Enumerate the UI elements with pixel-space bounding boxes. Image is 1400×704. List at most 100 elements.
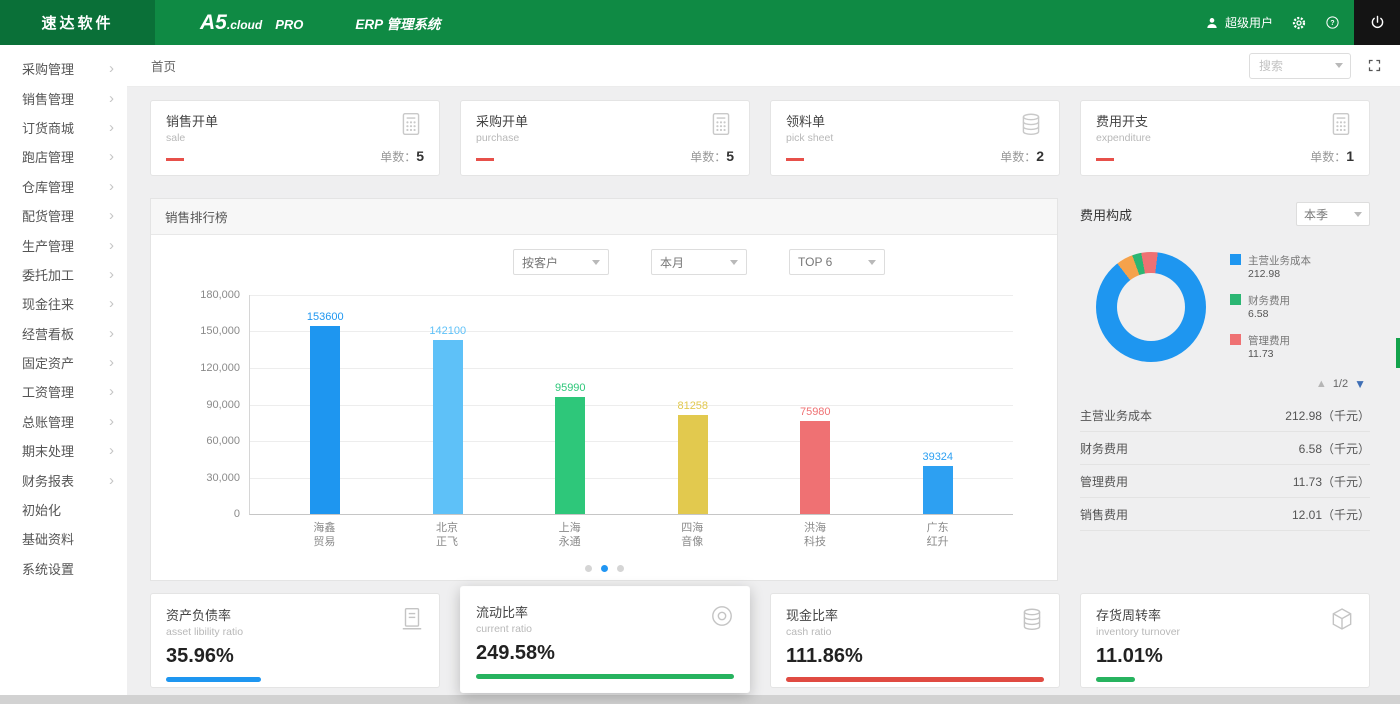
- expense-row-value: 212.98（千元）: [1285, 407, 1370, 424]
- bar-column[interactable]: 81258: [661, 295, 725, 514]
- app-logo[interactable]: 速达软件: [0, 0, 155, 45]
- period-select[interactable]: 本季: [1296, 202, 1370, 226]
- sidebar-item-label: 跑店管理: [22, 147, 74, 166]
- stat-card[interactable]: 销售开单sale单数：5: [150, 100, 440, 176]
- chart-filter-select[interactable]: 按客户: [513, 249, 609, 275]
- sidebar-item[interactable]: 工资管理›: [0, 377, 127, 406]
- kpi-card[interactable]: 流动比率current ratio249.58%: [460, 586, 750, 693]
- expense-row[interactable]: 财务费用6.58（千元）: [1080, 432, 1370, 465]
- carousel-dot[interactable]: [601, 565, 608, 572]
- sidebar-item[interactable]: 经营看板›: [0, 319, 127, 348]
- bar-column[interactable]: 153600: [293, 295, 357, 514]
- expense-row[interactable]: 主营业务成本212.98（千元）: [1080, 399, 1370, 432]
- legend-page-up-icon[interactable]: ▲: [1316, 378, 1327, 390]
- sidebar-item[interactable]: 配货管理›: [0, 201, 127, 230]
- expense-row-value: 6.58（千元）: [1299, 440, 1370, 457]
- sidebar-item-label: 仓库管理: [22, 177, 74, 196]
- stat-card-title: 销售开单: [166, 111, 218, 130]
- sidebar-item-label: 财务报表: [22, 471, 74, 490]
- chevron-down-icon: [1335, 63, 1343, 68]
- stat-card[interactable]: 采购开单purchase单数：5: [460, 100, 750, 176]
- sidebar-item[interactable]: 系统设置: [0, 554, 127, 583]
- accent-dash: [786, 158, 804, 161]
- legend-item[interactable]: 财务费用6.58: [1230, 293, 1311, 320]
- sidebar-item[interactable]: 委托加工›: [0, 260, 127, 289]
- sidebar-item[interactable]: 生产管理›: [0, 230, 127, 259]
- breadcrumb-home-tab[interactable]: 首页: [151, 56, 176, 75]
- bar-value-label: 95990: [555, 382, 586, 394]
- dashboard-content: 销售开单sale单数：5采购开单purchase单数：5领料单pick shee…: [127, 87, 1400, 693]
- bar-column[interactable]: 75980: [783, 295, 847, 514]
- expense-donut-chart[interactable]: [1096, 252, 1206, 362]
- sidebar-item[interactable]: 总账管理›: [0, 407, 127, 436]
- sidebar-item[interactable]: 现金往来›: [0, 289, 127, 318]
- stat-count-value: 2: [1036, 148, 1044, 164]
- y-axis-tick-label: 60,000: [170, 435, 240, 447]
- chart-filter-select[interactable]: TOP 6: [789, 249, 885, 275]
- kpi-progress-bar: [1096, 677, 1135, 682]
- legend-swatch: [1230, 294, 1241, 305]
- user-menu[interactable]: 超级用户: [1205, 14, 1273, 31]
- sidebar-item[interactable]: 初始化: [0, 495, 127, 524]
- chevron-right-icon: ›: [109, 296, 114, 311]
- x-axis-labels: 海鑫贸易北京正飞上海永通四海音像洪海科技广东红升: [249, 521, 1013, 550]
- y-axis-tick-label: 180,000: [170, 289, 240, 301]
- logout-power-button[interactable]: [1354, 0, 1400, 45]
- chevron-down-icon: [868, 260, 876, 265]
- chevron-right-icon: ›: [109, 149, 114, 164]
- stat-card-subtitle: purchase: [476, 132, 528, 144]
- stat-card[interactable]: 费用开支expenditure单数：1: [1080, 100, 1370, 176]
- chart-filter-select[interactable]: 本月: [651, 249, 747, 275]
- top-header: 速达软件 A5.cloud PRO ERP 管理系统 超级用户 ?: [0, 0, 1400, 45]
- chevron-down-icon: [730, 260, 738, 265]
- kpi-card-subtitle: cash ratio: [786, 626, 1044, 638]
- expense-row[interactable]: 管理费用11.73（千元）: [1080, 465, 1370, 498]
- sidebar-item[interactable]: 销售管理›: [0, 83, 127, 112]
- vertical-scrollbar-thumb[interactable]: [1396, 338, 1400, 368]
- bar-column[interactable]: 142100: [416, 295, 480, 514]
- help-icon[interactable]: ?: [1325, 15, 1340, 30]
- kpi-card[interactable]: 资产负债率asset libility ratio35.96%: [150, 593, 440, 688]
- bar-value-label: 75980: [800, 406, 831, 418]
- kpi-value: 35.96%: [166, 645, 424, 668]
- legend-item[interactable]: 主营业务成本212.98: [1230, 253, 1311, 280]
- horizontal-scrollbar[interactable]: [0, 695, 1400, 704]
- stat-card-title: 采购开单: [476, 111, 528, 130]
- stat-card[interactable]: 领料单pick sheet单数：2: [770, 100, 1060, 176]
- coins-icon: [1019, 606, 1045, 632]
- legend-item[interactable]: 管理费用11.73: [1230, 333, 1311, 360]
- sidebar-item[interactable]: 固定资产›: [0, 348, 127, 377]
- sidebar-item-label: 委托加工: [22, 265, 74, 284]
- sidebar-item-label: 订货商城: [22, 118, 74, 137]
- sidebar-item[interactable]: 采购管理›: [0, 54, 127, 83]
- sidebar-item-label: 系统设置: [22, 559, 74, 578]
- bar-column[interactable]: 95990: [538, 295, 602, 514]
- brand: A5.cloud PRO: [200, 11, 303, 35]
- bar-column[interactable]: 39324: [906, 295, 970, 514]
- stat-count-label: 单数：: [690, 150, 726, 164]
- chevron-right-icon: ›: [109, 384, 114, 399]
- sidebar-item[interactable]: 仓库管理›: [0, 172, 127, 201]
- legend-page-down-icon[interactable]: ▼: [1354, 377, 1366, 391]
- expense-row[interactable]: 销售费用12.01（千元）: [1080, 498, 1370, 531]
- brand-suffix: .cloud: [227, 18, 262, 32]
- sidebar-item[interactable]: 订货商城›: [0, 113, 127, 142]
- legend-label: 主营业务成本: [1248, 255, 1311, 267]
- stat-card-subtitle: pick sheet: [786, 132, 833, 144]
- kpi-card[interactable]: 现金比率cash ratio111.86%: [770, 593, 1060, 688]
- search-box[interactable]: [1249, 53, 1351, 79]
- bar-value-label: 142100: [429, 325, 466, 337]
- gear-icon[interactable]: [1291, 15, 1307, 31]
- search-input[interactable]: [1250, 59, 1324, 73]
- sidebar-item[interactable]: 基础资料: [0, 524, 127, 553]
- carousel-dot[interactable]: [585, 565, 592, 572]
- sidebar-item[interactable]: 期末处理›: [0, 436, 127, 465]
- kpi-card[interactable]: 存货周转率inventory turnover11.01%: [1080, 593, 1370, 688]
- bar-chart-plot: 180,000150,000120,00090,00060,00030,0000…: [249, 295, 1013, 515]
- kpi-card-row: 资产负债率asset libility ratio35.96%流动比率curre…: [150, 593, 1370, 693]
- sidebar-item[interactable]: 财务报表›: [0, 465, 127, 494]
- sidebar-item[interactable]: 跑店管理 ›: [0, 142, 127, 171]
- fullscreen-icon[interactable]: [1367, 58, 1382, 73]
- coins-icon: [1018, 111, 1044, 144]
- carousel-dot[interactable]: [617, 565, 624, 572]
